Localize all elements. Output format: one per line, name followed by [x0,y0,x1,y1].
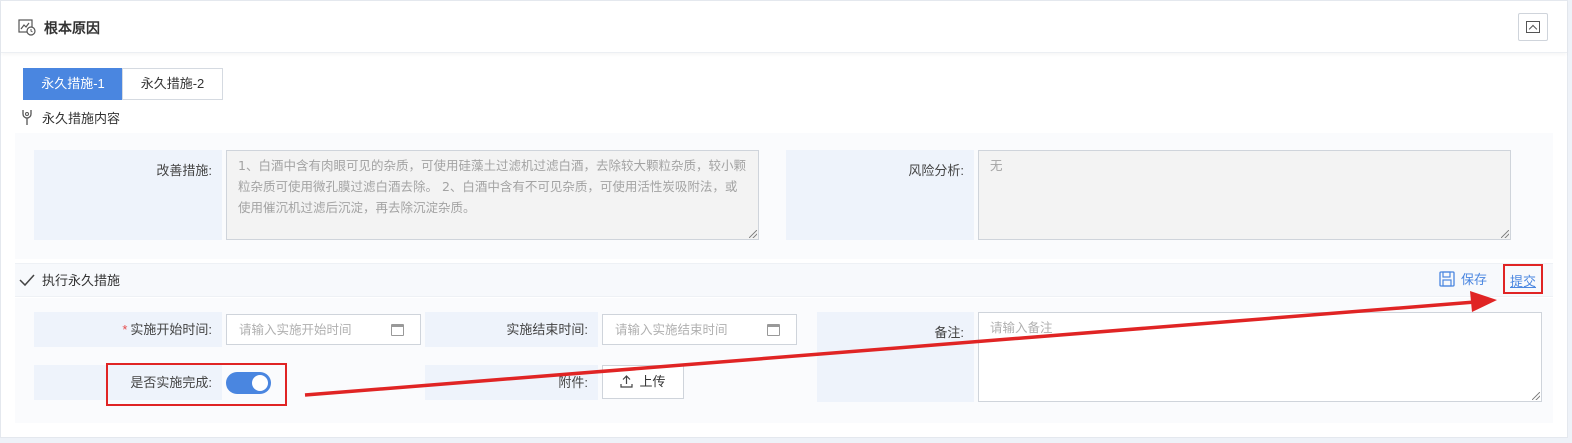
annotation-arrow [304,291,1497,397]
